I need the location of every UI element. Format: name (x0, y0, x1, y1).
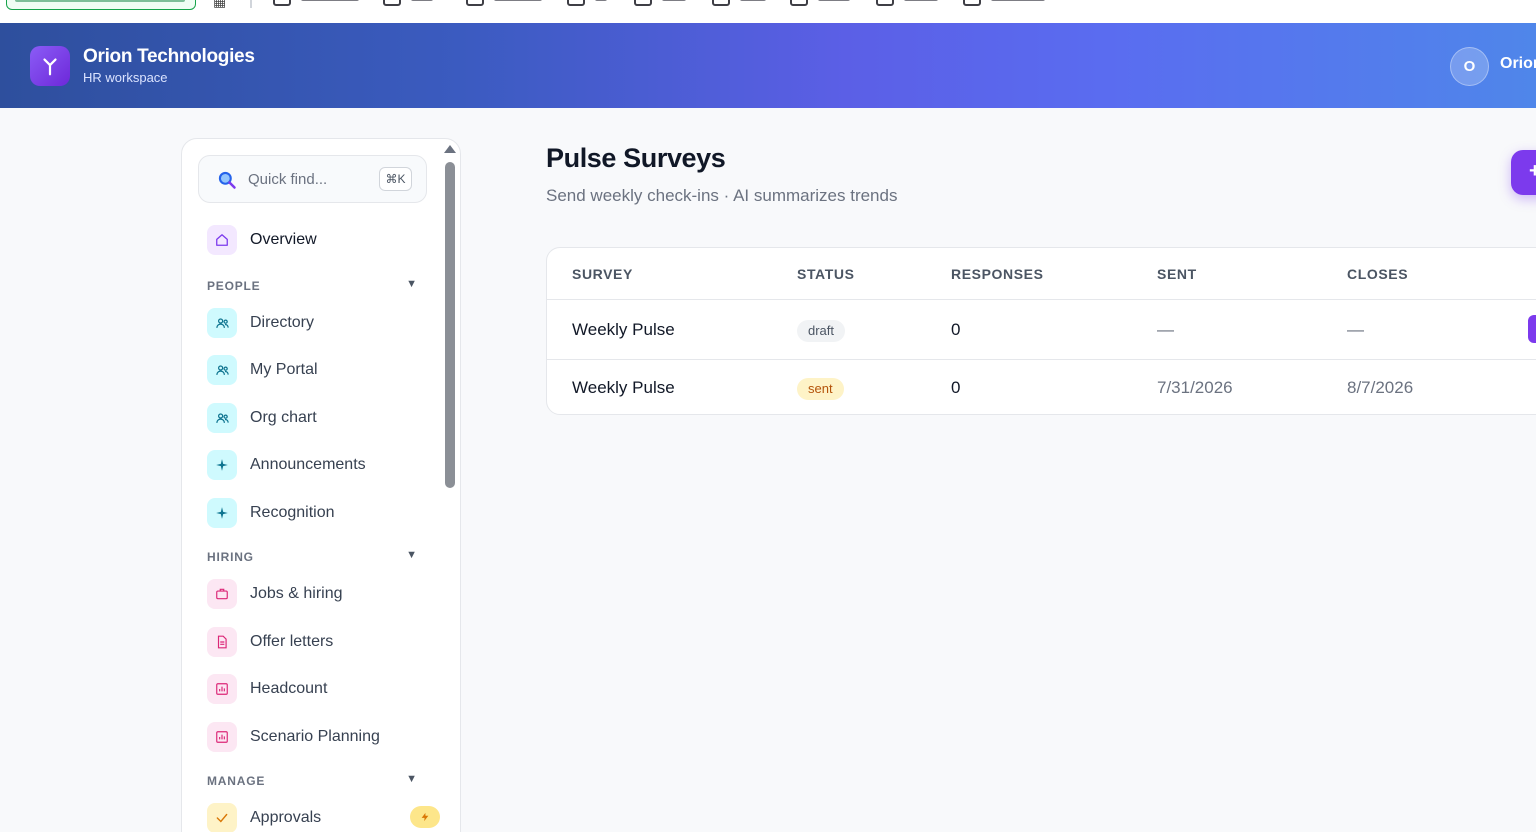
sidebar-item-org-chart[interactable]: Org chart (207, 403, 427, 435)
sidebar-item-label: Jobs & hiring (250, 585, 343, 602)
section-title: MANAGE (207, 774, 266, 788)
org-name: Orion Technologies (83, 46, 255, 67)
sidebar-item-label: Overview (250, 231, 317, 248)
sidebar-item-my-portal[interactable]: My Portal (207, 355, 427, 387)
sidebar-item-directory[interactable]: Directory (207, 308, 427, 340)
chevron-down-icon[interactable]: ▼ (406, 278, 417, 290)
sidebar-item-label: Recognition (250, 504, 335, 521)
column-header-sent[interactable]: SENT (1157, 266, 1197, 282)
user-name[interactable]: Orion (1500, 55, 1536, 73)
responses-count: 0 (951, 378, 961, 397)
search-icon (218, 171, 236, 189)
app-header: Orion Technologies HR workspace O Orion (0, 23, 1536, 108)
sidebar-item-approvals[interactable]: Approvals (207, 803, 440, 832)
chart-icon (207, 674, 237, 704)
column-header-responses[interactable]: RESPONSES (951, 266, 1044, 282)
sent-date: 7/31/2026 (1157, 378, 1233, 397)
sidebar-item-announcements[interactable]: Announcements (207, 450, 427, 482)
sidebar-scrollbar[interactable] (445, 162, 455, 488)
status-badge: draft (797, 320, 846, 342)
row-action-button[interactable] (1528, 315, 1536, 343)
sidebar-item-label: Offer letters (250, 633, 334, 650)
sidebar-item-label: Scenario Planning (250, 728, 380, 745)
avatar[interactable]: O (1450, 47, 1489, 86)
home-icon (207, 225, 237, 255)
section-title: HIRING (207, 550, 254, 564)
new-survey-button[interactable]: + (1511, 150, 1536, 195)
sidebar-item-label: Announcements (250, 456, 366, 473)
bolt-icon (410, 806, 440, 828)
sidebar-item-label: Approvals (250, 809, 322, 826)
sidebar-item-recognition[interactable]: Recognition (207, 498, 427, 530)
closes-date: 8/7/2026 (1347, 378, 1414, 397)
chevron-down-icon[interactable]: ▼ (406, 549, 417, 561)
sidebar-item-headcount[interactable]: Headcount (207, 674, 427, 706)
sidebar-item-offer-letters[interactable]: Offer letters (207, 627, 427, 659)
survey-name[interactable]: Weekly Pulse (572, 378, 675, 398)
column-header-survey[interactable]: SURVEY (572, 266, 633, 282)
sidebar: Quick find... ⌘K Overview PEOPLE ▼ Direc… (181, 138, 461, 832)
plus-icon: + (1529, 160, 1536, 182)
check-icon (207, 803, 237, 832)
section-hiring[interactable]: HIRING ▼ (207, 549, 417, 566)
column-header-status[interactable]: STATUS (797, 266, 855, 282)
bookmark-separator (250, 0, 252, 8)
section-title: PEOPLE (207, 279, 261, 293)
users-icon (207, 308, 237, 338)
column-header-closes[interactable]: CLOSES (1347, 266, 1408, 282)
apps-grid-icon[interactable]: ▦ (213, 0, 231, 8)
org-subtitle: HR workspace (83, 70, 168, 85)
survey-name[interactable]: Weekly Pulse (572, 320, 675, 340)
divider (547, 299, 1536, 300)
chevron-down-icon[interactable]: ▼ (406, 773, 417, 785)
users-icon (207, 403, 237, 433)
briefcase-icon (207, 579, 237, 609)
bookmark-tab-group[interactable] (6, 0, 196, 10)
flower-icon[interactable] (30, 46, 70, 86)
users-icon (207, 355, 237, 385)
closes-date: — (1347, 320, 1364, 339)
sidebar-item-label: My Portal (250, 361, 318, 378)
section-manage[interactable]: MANAGE ▼ (207, 773, 417, 790)
sparkle-icon (207, 450, 237, 480)
sidebar-item-label: Org chart (250, 409, 317, 426)
page-subtitle: Send weekly check-ins · AI summarizes tr… (546, 186, 898, 205)
surveys-table: SURVEY STATUS RESPONSES SENT CLOSES Week… (546, 247, 1536, 415)
sidebar-item-jobs-hiring[interactable]: Jobs & hiring (207, 579, 427, 611)
divider (547, 359, 1536, 360)
scroll-up-arrow[interactable] (444, 145, 456, 153)
section-people[interactable]: PEOPLE ▼ (207, 278, 417, 295)
sidebar-item-label: Directory (250, 314, 315, 331)
document-icon (207, 627, 237, 657)
sidebar-item-overview[interactable]: Overview (207, 225, 427, 257)
page-title: Pulse Surveys (546, 143, 726, 173)
sidebar-item-label: Headcount (250, 680, 328, 697)
status-badge: sent (797, 378, 844, 400)
quick-find-search[interactable]: Quick find... ⌘K (198, 155, 427, 203)
browser-bookmarks-bar: ▦ (0, 0, 1536, 23)
search-placeholder: Quick find... (248, 171, 328, 188)
keyboard-shortcut: ⌘K (379, 167, 412, 191)
responses-count: 0 (951, 320, 961, 339)
sidebar-item-scenario-planning[interactable]: Scenario Planning (207, 722, 427, 754)
chart-icon (207, 722, 237, 752)
sparkle-icon (207, 498, 237, 528)
sent-date: — (1157, 320, 1174, 339)
